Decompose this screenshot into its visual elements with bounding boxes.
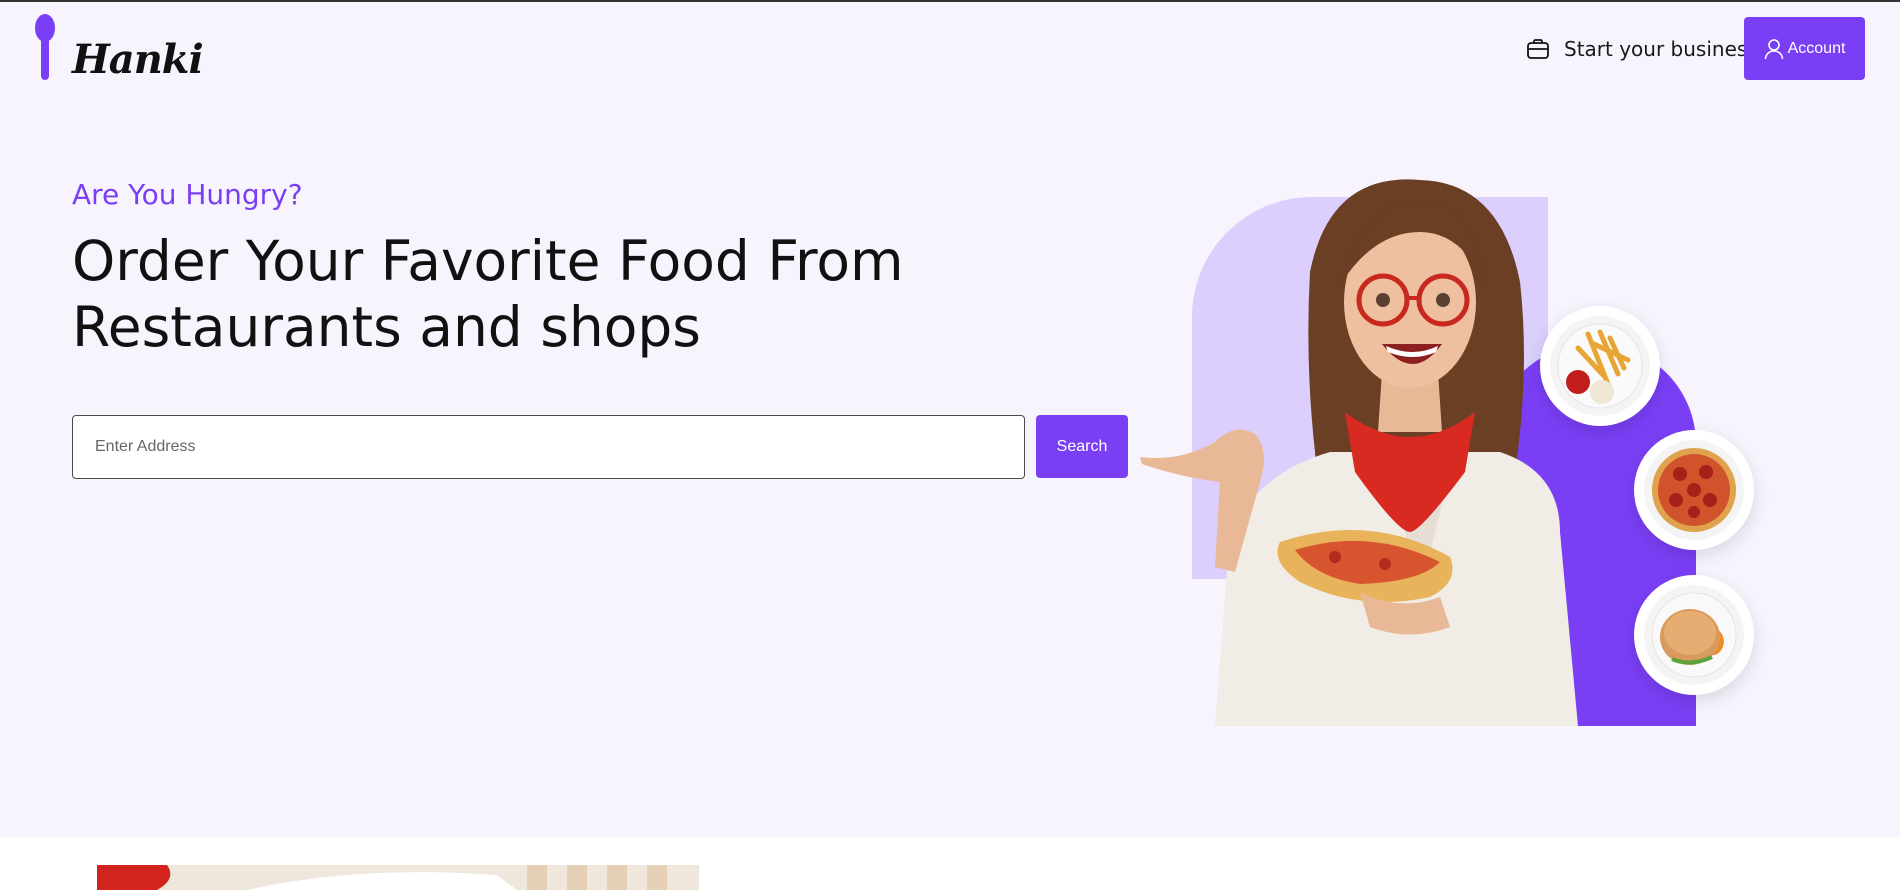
user-icon bbox=[1764, 38, 1783, 59]
logo-text: Hanki bbox=[72, 36, 204, 83]
pizza-icon bbox=[1644, 440, 1744, 540]
hero-section: Hanki Start your business Account Are Yo… bbox=[0, 2, 1900, 837]
featured-food-image bbox=[97, 865, 699, 890]
account-button-label: Account bbox=[1787, 39, 1846, 57]
search-button[interactable]: Search bbox=[1036, 415, 1128, 478]
logo[interactable]: Hanki bbox=[32, 12, 204, 84]
burger-icon bbox=[1644, 585, 1744, 685]
briefcase-icon bbox=[1527, 39, 1549, 59]
hero-visual bbox=[1120, 172, 1780, 732]
food-photo-strip bbox=[97, 865, 699, 890]
spoon-logo-icon bbox=[35, 14, 55, 80]
address-input[interactable] bbox=[72, 415, 1025, 479]
pizza-plate[interactable] bbox=[1634, 430, 1754, 550]
fries-icon bbox=[1550, 316, 1650, 416]
hero-kicker: Are You Hungry? bbox=[72, 178, 303, 211]
burger-plate[interactable] bbox=[1634, 575, 1754, 695]
hero-headline-line1: Order Your Favorite Food From bbox=[72, 229, 904, 293]
start-business-link[interactable]: Start your business bbox=[1526, 32, 1758, 66]
fries-plate[interactable] bbox=[1540, 306, 1660, 426]
hero-headline-line2: Restaurants and shops bbox=[72, 295, 701, 359]
account-button[interactable]: Account bbox=[1744, 17, 1865, 80]
start-business-label: Start your business bbox=[1564, 37, 1758, 61]
hero-headline: Order Your Favorite Food From Restaurant… bbox=[72, 228, 1072, 360]
